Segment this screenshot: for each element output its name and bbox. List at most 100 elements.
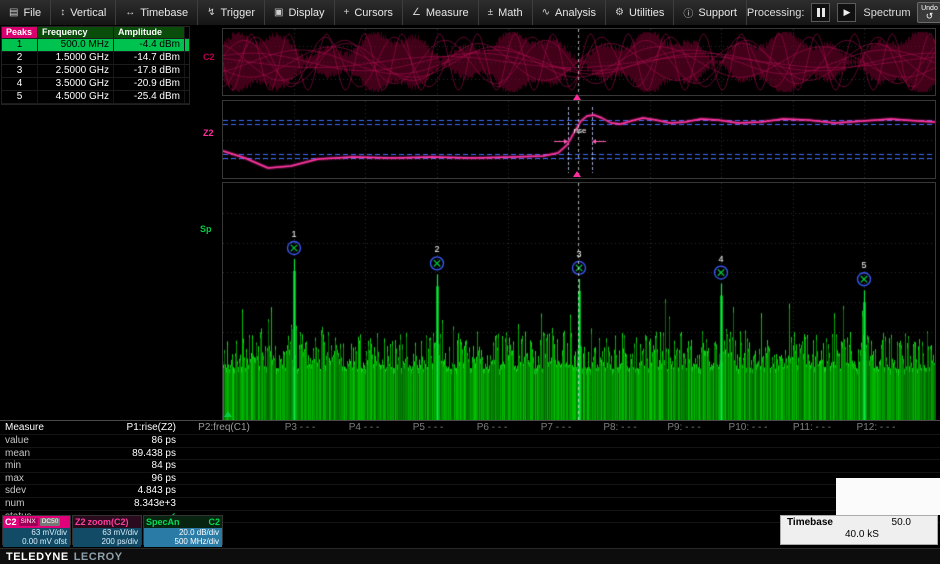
measure-value-p5 [396, 511, 460, 523]
measure-column-p7[interactable]: P7 - - - [524, 421, 588, 434]
menu-item-math[interactable]: ±Math [479, 0, 533, 25]
measure-value-p8 [588, 460, 652, 472]
measure-value-p10 [716, 448, 780, 460]
spectrum-canvas [223, 183, 935, 421]
measure-corner-label: Measure [0, 421, 95, 434]
display-icon: ▣ [274, 7, 283, 18]
peak-amplitude: -4.4 dBm [114, 39, 185, 51]
measure-column-p11[interactable]: P11: - - - [780, 421, 844, 434]
measure-row-spacer [908, 435, 940, 447]
menu-item-label: Support [698, 7, 737, 19]
measure-value-p12 [844, 435, 908, 447]
measure-value-p10 [716, 485, 780, 497]
measure-column-p6[interactable]: P6 - - - [460, 421, 524, 434]
peaks-header-row: PeaksFrequencyAmplitude [2, 27, 189, 39]
undo-button[interactable]: Undo ↺ [917, 2, 940, 23]
measure-value-p6 [460, 435, 524, 447]
measure-value-p10 [716, 473, 780, 485]
menu-item-trigger[interactable]: ↯Trigger [198, 0, 265, 25]
c2-name: C2 [5, 517, 17, 527]
menu-item-support[interactable]: ⓘSupport [674, 0, 747, 25]
measure-value-p6 [460, 473, 524, 485]
c2-waveform-panel[interactable] [222, 28, 936, 96]
c2-channel-descriptor[interactable]: C2 SINX DC50 63 mV/div 0.00 mV ofst [2, 515, 71, 545]
timebase-arrows-icon: ↔ [125, 7, 135, 18]
measure-header-spacer [908, 421, 940, 434]
peak-row-1[interactable]: 1500.0 MHz-4.4 dBm [2, 39, 189, 52]
z2-zoom-descriptor[interactable]: Z2 zoom(C2) 63 mV/div 200 ps/div [72, 515, 142, 545]
pause-button[interactable] [811, 3, 830, 22]
menu-item-analysis[interactable]: ∿Analysis [533, 0, 606, 25]
menu-item-display[interactable]: ▣Display [265, 0, 335, 25]
menu-item-cursors[interactable]: +Cursors [335, 0, 403, 25]
z2-zoom-panel[interactable] [222, 100, 936, 179]
measure-value-p9 [652, 435, 716, 447]
measure-value-p11 [780, 498, 844, 510]
measure-value-p3 [268, 448, 332, 460]
timebase-title: Timebase [787, 517, 833, 528]
measure-row-sdev: sdev4.843 ps [0, 485, 940, 498]
measure-value-p1: 84 ps [95, 460, 180, 472]
measure-value-p8 [588, 435, 652, 447]
peak-row-5[interactable]: 54.5000 GHz-25.4 dBm [2, 91, 189, 104]
c2-descriptor-body: 63 mV/div 0.00 mV ofst [3, 528, 70, 547]
measure-value-p3 [268, 435, 332, 447]
peak-row-4[interactable]: 43.5000 GHz-20.9 dBm [2, 78, 189, 91]
measure-value-p12 [844, 448, 908, 460]
measure-column-p2[interactable]: P2:freq(C1) [180, 421, 268, 434]
menu-item-vertical[interactable]: ↕Vertical [51, 0, 116, 25]
measure-value-p8 [588, 511, 652, 523]
peak-row-2[interactable]: 21.5000 GHz-14.7 dBm [2, 52, 189, 65]
oscilloscope-app: ▤File↕Vertical ↔ Timebase ↯Trigger▣Display+… [0, 0, 940, 564]
z2-time-per-div: 200 ps/div [73, 538, 138, 547]
measure-value-p3 [268, 498, 332, 510]
measure-value-p5 [396, 485, 460, 497]
measure-value-p3 [268, 485, 332, 497]
measure-column-p8[interactable]: P8: - - - [588, 421, 652, 434]
timebase-descriptor[interactable]: Timebase 50.0 40.0 kS [780, 515, 938, 545]
measure-column-p3[interactable]: P3 - - - [268, 421, 332, 434]
peak-row-3[interactable]: 32.5000 GHz-17.8 dBm [2, 65, 189, 78]
measure-value-p6 [460, 511, 524, 523]
measure-column-p5[interactable]: P5 - - - [396, 421, 460, 434]
c2-channel-label[interactable]: C2 [203, 52, 215, 62]
menu-item-label: Timebase [140, 7, 188, 19]
peak-number: 3 [2, 65, 38, 77]
measure-row-label: value [0, 435, 95, 447]
measure-value-p4 [332, 448, 396, 460]
menu-item-measure[interactable]: ∠Measure [403, 0, 479, 25]
measure-value-p6 [460, 460, 524, 472]
c2-offset: 0.00 mV ofst [3, 538, 67, 547]
measure-column-p4[interactable]: P4 - - - [332, 421, 396, 434]
menu-item-utilities[interactable]: ⚙Utilities [606, 0, 674, 25]
menu-item-label: Analysis [555, 7, 596, 19]
peak-frequency: 500.0 MHz [38, 39, 114, 51]
measure-value-p10 [716, 498, 780, 510]
measure-row-spacer [908, 460, 940, 472]
peak-frequency: 2.5000 GHz [38, 65, 114, 77]
spectrum-reference-marker[interactable] [224, 411, 232, 417]
z2-channel-label[interactable]: Z2 [203, 128, 214, 138]
measure-value-p8 [588, 448, 652, 460]
processing-mode-label: Spectrum [863, 7, 910, 19]
peak-frequency: 3.5000 GHz [38, 78, 114, 90]
play-button[interactable]: ▶ [837, 3, 856, 22]
specan-channel-label[interactable]: Sp [200, 224, 212, 234]
trigger-position-marker[interactable] [573, 94, 581, 100]
measure-column-p9[interactable]: P9: - - - [652, 421, 716, 434]
peak-amplitude: -25.4 dBm [114, 91, 185, 103]
menu-item-label: Trigger [221, 7, 255, 19]
menu-item-label: Cursors [354, 7, 393, 19]
measure-column-p12[interactable]: P12: - - - [844, 421, 908, 434]
measure-column-p1[interactable]: P1:rise(Z2) [95, 421, 180, 434]
trigger-position-marker[interactable] [573, 171, 581, 177]
measure-value-p3 [268, 460, 332, 472]
measure-value-p4 [332, 473, 396, 485]
menu-item-timebase[interactable]: ↔ Timebase [116, 0, 198, 25]
peaks-header-amplitude: Amplitude [114, 27, 185, 38]
measure-column-p10[interactable]: P10: - - - [716, 421, 780, 434]
spectrum-panel[interactable] [222, 182, 936, 422]
specan-descriptor[interactable]: SpecAn C2 20.0 dB/div 500 MHz/div [143, 515, 223, 545]
vertical-arrows-icon: ↕ [60, 7, 65, 18]
menu-item-file[interactable]: ▤File [0, 0, 51, 25]
